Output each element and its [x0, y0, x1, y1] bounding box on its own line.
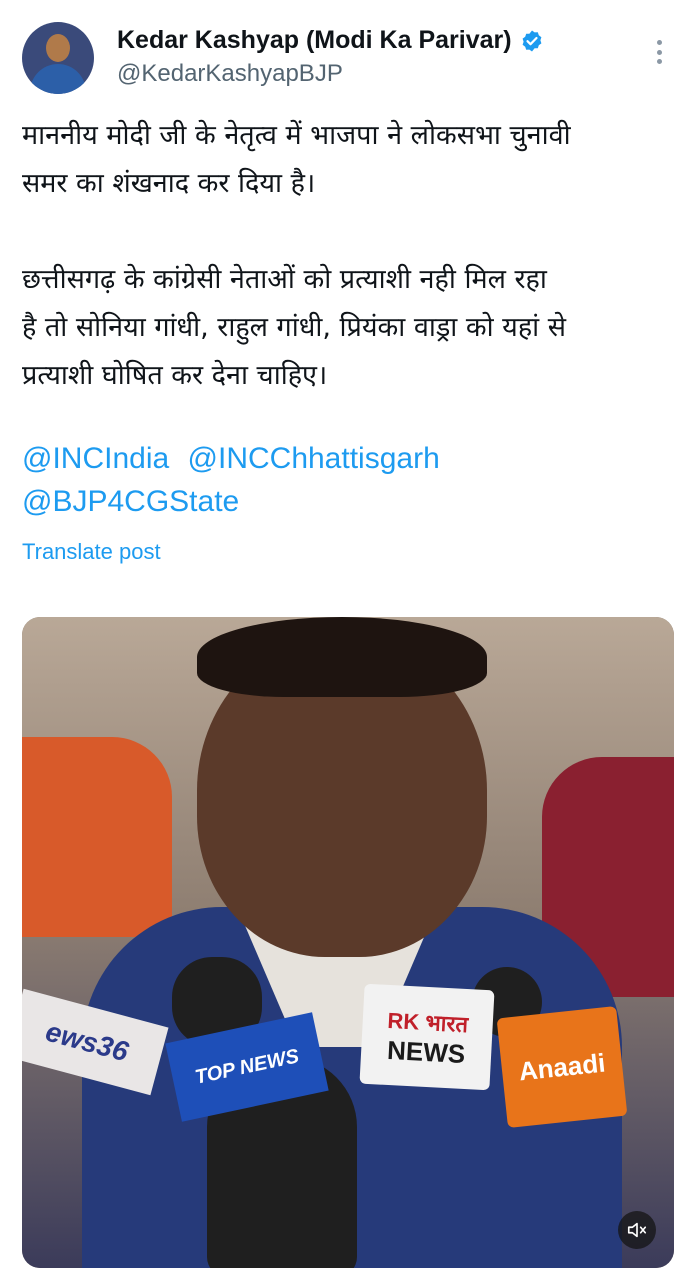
mic-flag-anaadi: Anaadi	[496, 1006, 628, 1128]
tweet-line: माननीय मोदी जी के नेतृत्व में भाजपा ने ल…	[22, 120, 571, 151]
mic-flag-label: RK भारत	[386, 1007, 469, 1037]
mention-link[interactable]: @INCIndia	[22, 442, 169, 475]
mic-flag-rk-bharat-news: RK भारत NEWS	[359, 983, 495, 1091]
more-dot	[656, 59, 662, 64]
tweet-text: माननीय मोदी जी के नेतृत्व में भाजपा ने ल…	[22, 112, 677, 400]
mention-link[interactable]: @INCChhattisgarh	[188, 442, 440, 475]
more-dot	[656, 49, 662, 55]
more-vertical-icon[interactable]	[648, 36, 670, 68]
author-handle[interactable]: @KedarKashyapBJP	[117, 60, 343, 88]
author-name-row: Kedar Kashyap (Modi Ka Parivar)	[117, 26, 544, 55]
tweet-line: है तो सोनिया गांधी, राहुल गांधी, प्रियंक…	[22, 312, 567, 343]
mic-flag-label: Anaadi	[517, 1047, 607, 1086]
avatar-face	[46, 34, 70, 62]
video-player[interactable]: ews36 TOP NEWS RK भारत NEWS Anaadi	[22, 617, 674, 1268]
mentions: @INCIndia @INCChhattisgarh @BJP4CGState	[22, 437, 662, 523]
author-display-name[interactable]: Kedar Kashyap (Modi Ka Parivar)	[117, 26, 512, 55]
tweet-line: छत्तीसगढ़ के कांग्रेसी नेताओं को प्रत्या…	[22, 264, 547, 295]
volume-muted-icon[interactable]	[618, 1211, 656, 1249]
avatar-body	[30, 64, 86, 94]
mic-flag-label: NEWS	[386, 1034, 466, 1069]
mic-flag-label: TOP NEWS	[192, 1044, 301, 1089]
verified-badge-icon	[522, 30, 541, 51]
speaker-hair	[197, 617, 487, 697]
tweet-line: समर का शंखनाद कर दिया है।	[22, 168, 316, 199]
mic-flag-label: ews36	[42, 1015, 132, 1068]
mention-link[interactable]: @BJP4CGState	[22, 485, 239, 518]
background-person	[22, 737, 172, 937]
mute-glyph	[627, 1222, 647, 1238]
tweet-line: प्रत्याशी घोषित कर देना चाहिए।	[22, 360, 328, 391]
translate-post-link[interactable]: Translate post	[22, 539, 161, 565]
author-avatar[interactable]	[22, 22, 94, 94]
more-dot	[656, 40, 662, 45]
